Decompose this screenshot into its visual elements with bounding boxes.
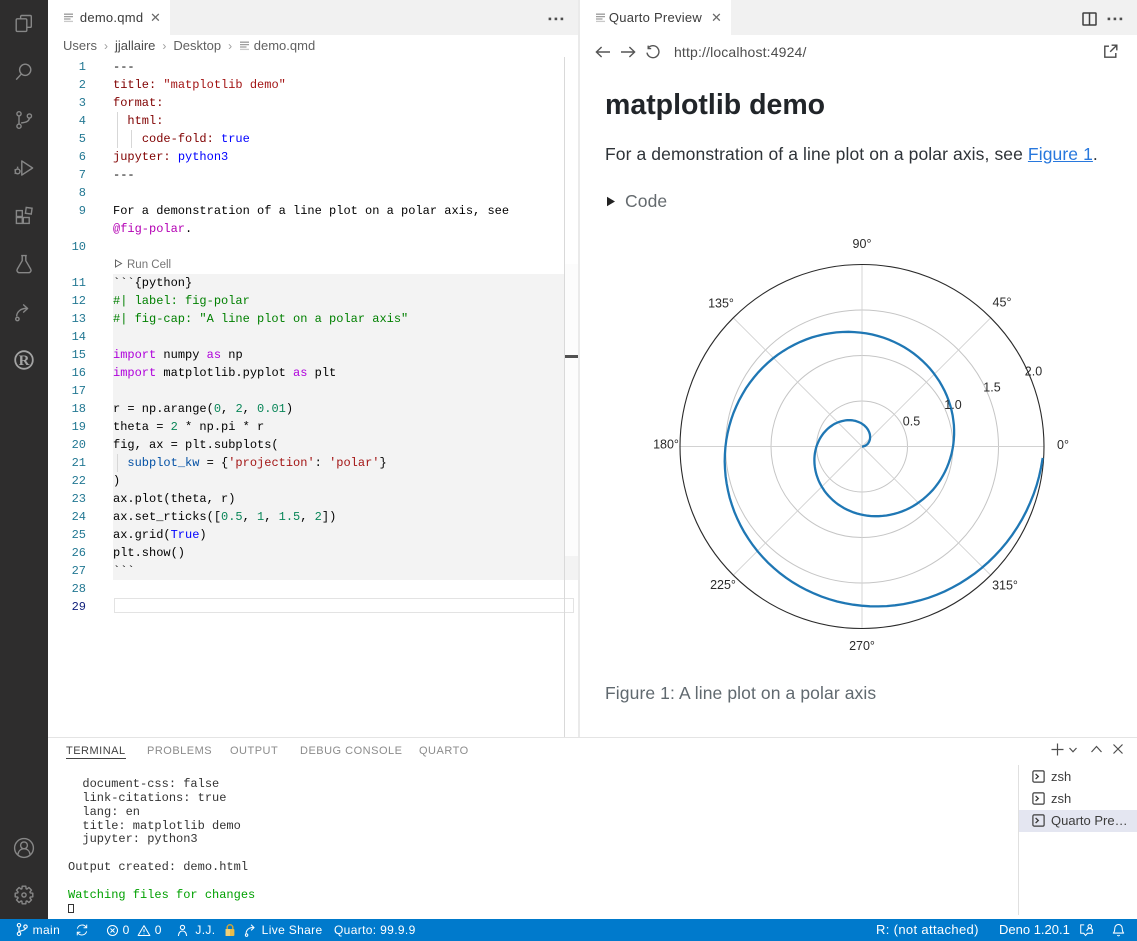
svg-text:R: R bbox=[19, 353, 30, 369]
svg-text:225°: 225° bbox=[710, 578, 736, 592]
svg-text:2.0: 2.0 bbox=[1025, 365, 1042, 379]
svg-text:1.0: 1.0 bbox=[944, 398, 961, 412]
svg-text:90°: 90° bbox=[853, 237, 872, 251]
svg-text:0°: 0° bbox=[1057, 438, 1069, 452]
svg-text:135°: 135° bbox=[708, 297, 734, 311]
svg-text:315°: 315° bbox=[992, 579, 1018, 593]
svg-text:45°: 45° bbox=[993, 296, 1012, 310]
svg-text:1.5: 1.5 bbox=[983, 381, 1000, 395]
svg-text:180°: 180° bbox=[653, 438, 679, 452]
svg-text:0.5: 0.5 bbox=[903, 415, 920, 429]
svg-text:270°: 270° bbox=[849, 639, 875, 653]
